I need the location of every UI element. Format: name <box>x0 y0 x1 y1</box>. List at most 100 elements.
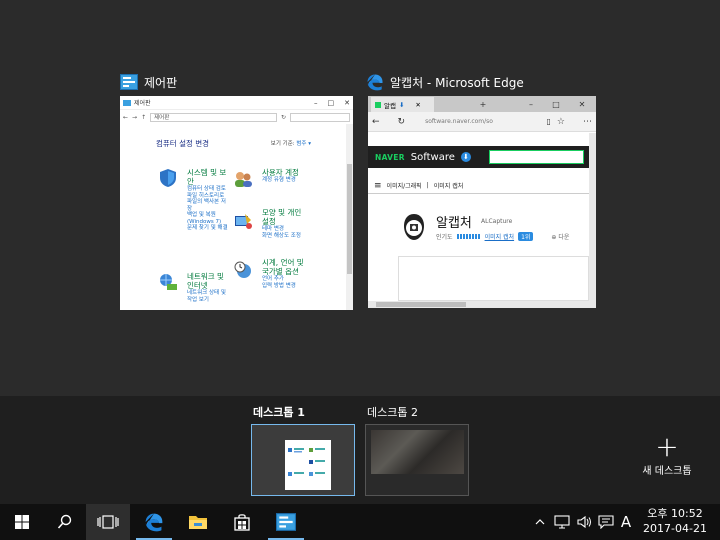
cp-view-by[interactable]: 보기 기준: 범주 ▾ <box>271 139 311 147</box>
cp-category-user-accounts[interactable]: 사용자 계정 계정 유형 변경 <box>262 168 304 184</box>
edge-vertical-scrollbar[interactable] <box>589 133 596 308</box>
up-icon[interactable]: ↑ <box>141 114 146 121</box>
window-title-label: 알캡처 - Microsoft Edge <box>390 75 524 90</box>
action-center-icon[interactable] <box>596 504 616 540</box>
app-title: 알캡처 <box>436 216 472 231</box>
window-title-edge[interactable]: 알캡처 - Microsoft Edge <box>366 72 524 92</box>
plus-icon: + <box>655 430 679 463</box>
refresh-icon[interactable]: ↻ <box>281 114 286 121</box>
cp-address-bar: ← → ↑ 제어판 ↻ <box>120 111 353 123</box>
cp-category-network[interactable]: 네트워크 및 인터넷 네트워크 상태 및 작업 보기 <box>187 272 231 303</box>
network-icon <box>160 274 177 290</box>
edge-tab[interactable]: 알캡 ⬇ ✕ <box>371 97 434 112</box>
taskbar: A 오후 10:52 2017-04-21 <box>0 504 720 540</box>
address-bar[interactable]: software.naver.com/so <box>425 118 540 125</box>
edge-horizontal-scrollbar[interactable] <box>368 301 589 308</box>
desktop-2-label[interactable]: 데스크톱 2 <box>367 404 418 420</box>
naver-logo[interactable]: NAVER <box>375 153 405 162</box>
maximize-icon[interactable]: □ <box>328 99 335 107</box>
volume-icon[interactable] <box>574 504 594 540</box>
app-meta: 인기도 이미지 캡처 1위 ⊕ 다운 <box>436 232 570 241</box>
appearance-icon <box>235 214 252 229</box>
taskbar-file-explorer[interactable] <box>176 504 220 540</box>
desktop-2-thumbnail[interactable] <box>365 424 469 496</box>
maximize-icon[interactable]: □ <box>545 96 567 112</box>
download-icon: ⬇ <box>460 152 471 162</box>
download-link[interactable]: ⊕ 다운 <box>551 232 569 241</box>
minimize-icon[interactable]: – <box>314 99 318 107</box>
rank-badge: 1위 <box>518 232 534 241</box>
virtual-desktops-strip: 데스크톱 1 데스크톱 2 + 새 데스크톱 <box>0 396 720 504</box>
cp-search-input[interactable] <box>290 112 350 122</box>
clock-time: 오후 10:52 <box>647 507 703 520</box>
users-icon <box>235 172 252 187</box>
cp-category-appearance[interactable]: 모양 및 개인 설정 테마 변경 화면 해상도 조정 <box>262 208 304 239</box>
more-icon[interactable]: ⋯ <box>583 117 592 127</box>
hamburger-icon[interactable]: ≡ <box>374 181 382 191</box>
cp-heading: 컴퓨터 설정 변경 <box>156 139 210 148</box>
tab-loading-icon: ⬇ <box>398 100 405 109</box>
control-panel-icon <box>276 513 296 531</box>
minimize-icon[interactable]: – <box>520 96 542 112</box>
close-icon[interactable]: ✕ <box>571 96 593 112</box>
task-view-button[interactable] <box>86 504 130 540</box>
refresh-icon[interactable]: ↻ <box>398 117 406 127</box>
taskbar-edge[interactable] <box>132 504 176 540</box>
mini-window-preview <box>285 440 331 490</box>
back-icon[interactable]: ← <box>123 114 128 121</box>
alcapture-app-icon <box>404 214 424 240</box>
task-view-icon <box>97 515 119 529</box>
edge-window-thumbnail[interactable]: 알캡 ⬇ ✕ + – □ ✕ ← ↻ software.naver.com/so… <box>368 96 596 308</box>
cp-category-clock-language[interactable]: 시계, 언어 및 국가별 옵션 언어 추가 입력 방법 변경 <box>262 258 306 289</box>
naver-header: NAVER Software ⬇ <box>368 146 589 168</box>
cp-category-system-security[interactable]: 시스템 및 보안 컴퓨터 상태 검토 파일 히스토리로 파일의 백사본 저장 백… <box>187 168 229 232</box>
edge-breadcrumb: ≡ 이미지/그래픽 | 이미지 캡처 <box>368 178 589 194</box>
naver-search-input[interactable] <box>489 150 584 164</box>
cp-address-input[interactable]: 제어판 <box>150 112 277 122</box>
cp-titlebar: 제어판 – □ ✕ <box>120 96 353 110</box>
edge-nav-bar: ← ↻ software.naver.com/so ▯ ☆ ⋯ <box>368 112 596 132</box>
menu-item-image-capture[interactable]: 이미지 캡처 <box>434 181 464 190</box>
start-button[interactable] <box>0 504 44 540</box>
taskbar-clock[interactable]: 오후 10:52 2017-04-21 <box>640 506 710 536</box>
new-tab-icon[interactable]: + <box>472 96 494 112</box>
cp-title: 제어판 <box>134 100 151 107</box>
tab-favicon-icon <box>375 101 381 108</box>
content-box <box>398 256 589 301</box>
search-button[interactable] <box>44 504 86 540</box>
store-icon <box>234 514 250 531</box>
desktop-1-thumbnail[interactable] <box>251 424 355 496</box>
menu-item-image-graphic[interactable]: 이미지/그래픽 <box>387 181 422 190</box>
input-method-indicator[interactable]: A <box>616 504 636 540</box>
chevron-up-icon[interactable] <box>532 504 548 540</box>
new-desktop-button[interactable]: + 새 데스크톱 <box>634 430 700 478</box>
desktop-2-wallpaper <box>371 430 464 474</box>
category-link[interactable]: 이미지 캡처 <box>485 232 515 241</box>
cp-title-icon <box>123 99 131 106</box>
taskbar-control-panel[interactable] <box>264 504 308 540</box>
network-icon[interactable] <box>552 504 572 540</box>
app-subtitle: ALCapture <box>481 218 513 225</box>
back-icon[interactable]: ← <box>372 117 380 127</box>
search-icon <box>57 514 72 529</box>
forward-icon[interactable]: → <box>132 114 137 121</box>
shield-icon <box>160 169 176 187</box>
window-title-control-panel[interactable]: 제어판 <box>120 72 177 92</box>
window-title-label: 제어판 <box>144 75 178 90</box>
taskbar-store[interactable] <box>220 504 264 540</box>
control-panel-icon <box>120 73 138 91</box>
desktop-1-label[interactable]: 데스크톱 1 <box>253 404 305 420</box>
new-desktop-label: 새 데스크톱 <box>642 466 692 477</box>
edge-tab-bar: 알캡 ⬇ ✕ + – □ ✕ <box>368 96 596 112</box>
folder-icon <box>189 516 207 529</box>
reading-view-icon[interactable]: ▯ <box>547 117 551 126</box>
cp-scrollbar[interactable] <box>346 124 353 310</box>
clock-date: 2017-04-21 <box>643 522 707 535</box>
tab-close-icon[interactable]: ✕ <box>415 101 420 109</box>
software-logo[interactable]: Software <box>411 152 455 163</box>
close-icon[interactable]: ✕ <box>344 99 350 107</box>
edge-icon <box>366 73 384 91</box>
favorite-star-icon[interactable]: ☆ <box>557 117 565 127</box>
control-panel-window-thumbnail[interactable]: 제어판 – □ ✕ ← → ↑ 제어판 ↻ 컴퓨터 설정 변경 보기 기준: 범… <box>120 96 353 310</box>
windows-logo-icon <box>15 515 29 529</box>
